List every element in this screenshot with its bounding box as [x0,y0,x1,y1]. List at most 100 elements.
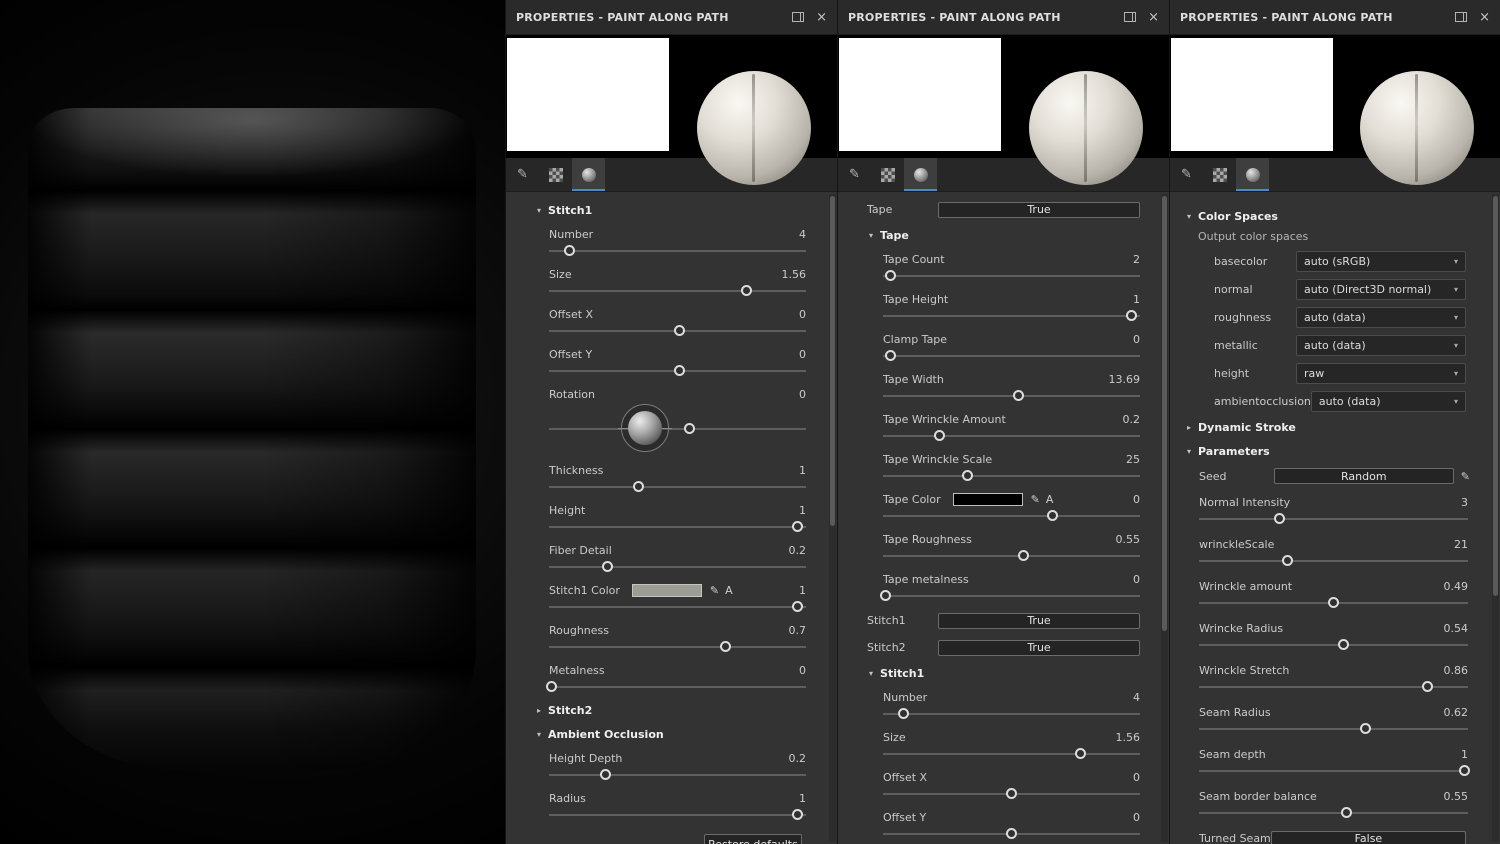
param-slider[interactable] [1199,552,1468,570]
param-slider[interactable] [545,678,806,696]
slider-knob[interactable] [1005,788,1017,799]
slider-knob[interactable] [1018,550,1030,561]
tab-pen[interactable]: ✎ [506,158,539,191]
slider-knob[interactable] [1046,510,1058,521]
param-slider[interactable] [1199,636,1468,654]
edit-icon[interactable]: ✎ [1461,470,1470,483]
slider-knob[interactable] [792,521,804,532]
param-slider[interactable] [883,267,1140,285]
slider-knob[interactable] [1126,310,1138,321]
close-icon[interactable]: × [1148,11,1159,24]
tab-sphere[interactable] [1236,158,1269,191]
restore-defaults-button[interactable]: Restore defaults [704,834,802,844]
scrollbar-thumb[interactable] [830,196,835,526]
material-sphere-preview[interactable] [697,71,811,185]
param-slider[interactable] [883,705,1140,723]
ambientocclusion-select[interactable]: auto (data) ▾ [1310,390,1466,412]
slider-knob[interactable] [684,423,696,434]
param-slider[interactable] [549,806,806,824]
slider-knob[interactable] [879,590,891,601]
param-slider[interactable] [549,558,806,576]
slider-knob[interactable] [1013,390,1025,401]
slider-knob[interactable] [933,430,945,441]
slider-knob[interactable] [740,285,752,296]
slider-knob[interactable] [1281,555,1293,566]
param-slider[interactable] [879,587,1140,605]
param-slider[interactable] [549,282,806,300]
tab-checker[interactable] [1203,158,1236,191]
tab-sphere[interactable] [572,158,605,191]
slider-knob[interactable] [720,641,732,652]
2d-preview[interactable] [507,38,669,151]
stitch1-toggle-button[interactable]: True [938,612,1140,629]
section-header-parameters[interactable]: ▾ Parameters [1170,439,1500,463]
slider-knob[interactable] [1340,807,1352,818]
2d-preview[interactable] [839,38,1001,151]
color-swatch[interactable] [631,583,702,597]
slider-knob[interactable] [1421,681,1433,692]
section-header-stitch1[interactable]: ▾ Stitch1 [506,198,837,222]
scrollbar-thumb[interactable] [1162,196,1167,631]
slider-knob[interactable] [884,350,896,361]
param-slider[interactable] [883,387,1140,405]
section-header-dynamic-stroke[interactable]: ▸ Dynamic Stroke [1170,415,1500,439]
section-header-ambient-occlusion[interactable]: ▾ Ambient Occlusion [506,722,837,746]
tape-toggle-button[interactable]: True [938,201,1140,218]
slider-knob[interactable] [674,325,686,336]
slider-knob[interactable] [632,481,644,492]
slider-knob[interactable] [1005,828,1017,839]
param-slider[interactable] [549,242,806,260]
param-slider[interactable] [1199,804,1468,822]
tab-checker[interactable] [871,158,904,191]
param-slider[interactable] [1199,510,1468,528]
2d-preview[interactable] [1171,38,1333,151]
tab-pen[interactable]: ✎ [1170,158,1203,191]
dock-layout-icon[interactable] [1124,12,1137,22]
param-slider[interactable] [883,347,1140,365]
param-slider[interactable] [883,427,1140,445]
slider-knob[interactable] [599,769,611,780]
section-header-tape[interactable]: ▾ Tape [838,223,1169,247]
param-slider[interactable] [883,467,1140,485]
slider-knob[interactable] [1338,639,1350,650]
slider-knob[interactable] [545,681,557,692]
roughness-select[interactable]: auto (data) ▾ [1296,306,1466,328]
param-slider[interactable] [1199,762,1471,780]
rotation-dial[interactable] [618,404,672,452]
param-slider[interactable] [549,478,806,496]
close-icon[interactable]: × [816,11,827,24]
slider-knob[interactable] [602,561,614,572]
dock-layout-icon[interactable] [792,12,805,22]
slider-knob[interactable] [1327,597,1339,608]
tab-pen[interactable]: ✎ [838,158,871,191]
eyedropper-icon[interactable]: ✎ [710,584,719,597]
param-slider[interactable] [883,547,1140,565]
slider-knob[interactable] [792,601,804,612]
normal-select[interactable]: auto (Direct3D normal) ▾ [1296,278,1466,300]
slider-knob[interactable] [792,809,804,820]
material-sphere-preview[interactable] [1029,71,1143,185]
param-slider[interactable] [883,745,1140,763]
param-slider[interactable] [1199,678,1468,696]
slider-knob[interactable] [1074,748,1086,759]
3d-viewport[interactable] [0,0,505,844]
param-slider[interactable] [549,598,806,616]
param-slider[interactable] [883,507,1140,525]
param-slider[interactable] [883,307,1140,325]
seed-random-button[interactable]: Random [1273,468,1454,484]
section-header-color-spaces[interactable]: ▾ Color Spaces [1170,204,1500,228]
slider-knob[interactable] [674,365,686,376]
param-slider[interactable] [1199,720,1468,738]
slider-knob[interactable] [563,245,575,256]
turned-seam-button[interactable]: False [1270,830,1466,844]
scrollbar[interactable] [1161,194,1168,842]
section-header-stitch2[interactable]: ▸ Stitch2 [506,698,837,722]
param-slider[interactable] [549,362,806,380]
param-slider[interactable] [549,638,806,656]
dock-layout-icon[interactable] [1455,12,1468,22]
slider-knob[interactable] [1459,765,1471,776]
param-slider[interactable] [549,322,806,340]
param-slider[interactable] [549,766,806,784]
basecolor-select[interactable]: auto (sRGB) ▾ [1296,250,1466,272]
scrollbar[interactable] [829,194,836,842]
